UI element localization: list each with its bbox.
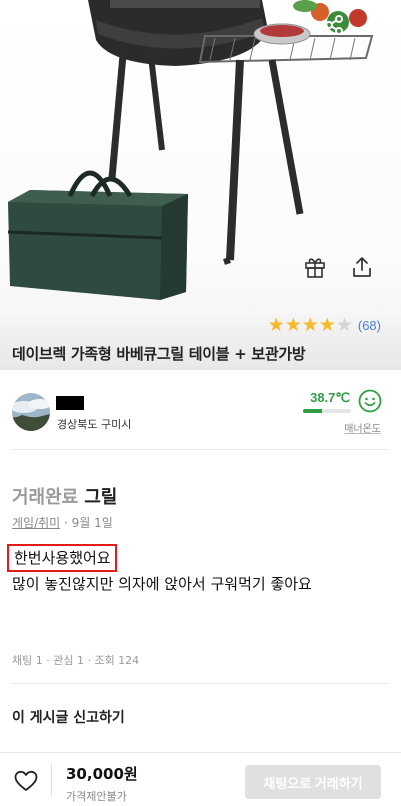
rating-count: (68) (357, 318, 381, 333)
share-out-icon[interactable] (347, 252, 377, 282)
avatar[interactable] (12, 393, 50, 431)
star-icon: ★ (301, 314, 319, 336)
temperature-bar-fill (303, 409, 322, 413)
trade-status-badge: 거래완료 (12, 487, 79, 508)
smile-face-icon (358, 389, 382, 413)
home-icon[interactable] (47, 10, 77, 40)
more-vertical-icon[interactable] (360, 10, 390, 40)
manner-temperature: 38.7℃ (310, 390, 350, 405)
product-image[interactable]: ★★★★★ (68) 데이브렉 가족형 바베큐그릴 테이블 + 보관가방 (0, 0, 401, 370)
seller-location: 경상북도 구미시 (57, 418, 132, 431)
heart-icon[interactable] (14, 770, 38, 792)
divider (51, 763, 52, 797)
chat-trade-button[interactable]: 채팅으로 거래하기 (245, 765, 381, 799)
post-title: 거래완료 그릴 (12, 483, 117, 509)
description-line: 많이 놓진않지만 의자에 앉아서 구워먹기 좋아요 (12, 575, 312, 593)
share-icon[interactable] (319, 10, 349, 40)
post-date: · 9월 1일 (60, 516, 113, 530)
rating-stars: ★★★★★ (268, 316, 353, 335)
product-rating: ★★★★★ (68) (268, 316, 381, 335)
manner-temperature-label[interactable]: 매너온도 (344, 420, 381, 435)
post-stats: 채팅 1 · 관심 1 · 조회 124 (12, 654, 140, 667)
post-meta: 게임/취미 · 9월 1일 (12, 514, 113, 531)
price: 30,000원 (66, 765, 138, 783)
bottom-action-bar: 30,000원 가격제안불가 채팅으로 거래하기 (0, 752, 401, 806)
highlighted-description-line: 한번사용했어요 (7, 544, 117, 572)
seller-nickname-redacted (56, 396, 84, 410)
star-icon: ★ (267, 314, 285, 336)
category-link[interactable]: 게임/취미 (12, 516, 60, 530)
temperature-bar (303, 409, 351, 413)
star-icon: ★ (335, 314, 353, 336)
divider (12, 449, 389, 450)
star-icon: ★ (318, 314, 336, 336)
negotiation-status: 가격제안불가 (66, 790, 127, 803)
divider (12, 683, 389, 684)
star-icon: ★ (284, 314, 302, 336)
report-post-link[interactable]: 이 게시글 신고하기 (12, 707, 125, 727)
back-arrow-icon[interactable] (8, 10, 38, 40)
seller-profile[interactable]: 경상북도 구미시 38.7℃ 매너온도 (0, 380, 401, 448)
gift-icon[interactable] (300, 252, 330, 282)
post-title-text: 그릴 (84, 487, 118, 508)
product-title: 데이브렉 가족형 바베큐그릴 테이블 + 보관가방 (12, 345, 306, 363)
